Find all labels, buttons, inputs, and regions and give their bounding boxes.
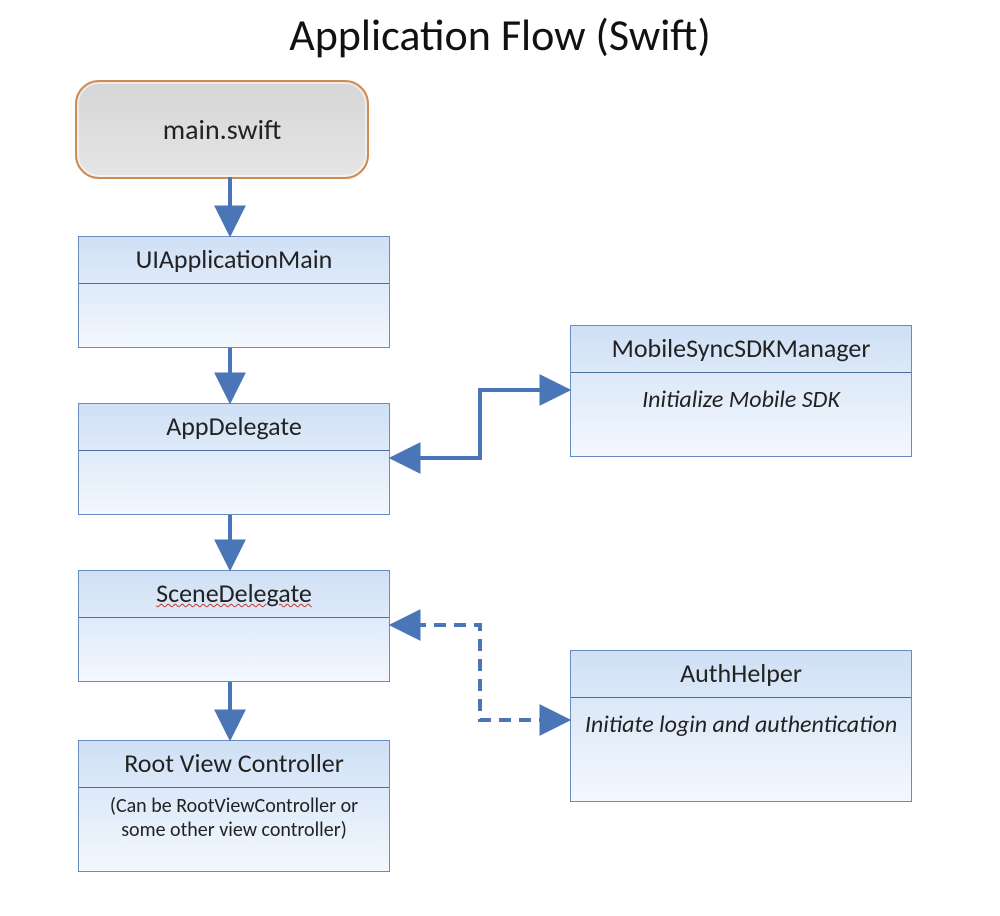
node-main-swift: main.swift [75,80,369,179]
node-appdelegate: AppDelegate [78,403,390,515]
node-rootviewcontroller-header: Root View Controller [124,747,344,779]
node-authhelper-body: Initiate login and authentication [571,698,911,751]
node-main-swift-label: main.swift [163,112,281,147]
node-mobilesyncsdkmanager: MobileSyncSDKManager Initialize Mobile S… [570,325,912,457]
node-mobilesyncsdkmanager-header: MobileSyncSDKManager [612,332,871,364]
node-appdelegate-header: AppDelegate [166,410,302,442]
node-rootviewcontroller-body: (Can be RootViewController or some other… [79,788,389,852]
node-uiapplicationmain: UIApplicationMain [78,236,390,348]
node-scenedelegate-header: SceneDelegate [156,577,312,609]
diagram-stage: Application Flow (Swift) main.swift UIAp… [0,0,1000,916]
node-uiapplicationmain-header: UIApplicationMain [136,243,333,275]
node-authhelper-header: AuthHelper [680,657,802,689]
node-rootviewcontroller: Root View Controller (Can be RootViewCon… [78,740,390,872]
arrow-scenedelegate-authhelper [394,625,566,720]
node-scenedelegate: SceneDelegate [78,570,390,682]
node-authhelper: AuthHelper Initiate login and authentica… [570,650,912,802]
diagram-title: Application Flow (Swift) [0,8,1000,62]
node-mobilesyncsdkmanager-body: Initialize Mobile SDK [571,373,911,426]
arrow-appdelegate-mobilesync [394,390,566,458]
